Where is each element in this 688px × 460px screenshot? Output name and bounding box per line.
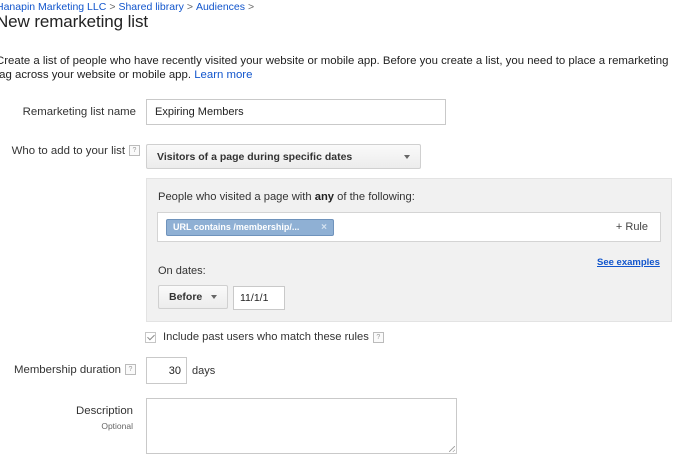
help-icon[interactable]: ? xyxy=(129,145,140,157)
help-icon[interactable]: ? xyxy=(125,364,136,376)
on-dates-label: On dates: xyxy=(158,265,206,277)
rules-heading-emphasis: any xyxy=(314,191,335,203)
who-to-add-label: Who to add to your list? xyxy=(4,145,140,157)
duration-unit-label: days xyxy=(192,365,216,377)
add-rule-button[interactable]: + Rule xyxy=(616,221,648,233)
breadcrumb-audiences-link[interactable]: Audiences xyxy=(196,1,245,13)
description-optional-label: Optional xyxy=(101,421,133,431)
rules-heading-prefix: People who visited a page with xyxy=(158,191,312,203)
close-icon[interactable]: × xyxy=(321,220,327,235)
learn-more-link[interactable]: Learn more xyxy=(194,69,252,81)
rule-chip[interactable]: URL contains /membership/... × xyxy=(166,219,334,236)
date-input[interactable]: 11/1/1 xyxy=(233,286,285,310)
rule-input-box[interactable]: URL contains /membership/... × + Rule xyxy=(157,212,661,242)
remarketing-list-page: Hanapin Marketing LLC > Shared library > Aud… xyxy=(0,0,688,460)
who-to-add-label-text: Who to add to your list xyxy=(11,145,125,157)
rule-chip-label: URL contains /membership/... xyxy=(173,222,300,232)
chevron-down-icon xyxy=(211,295,217,299)
see-examples-link[interactable]: See examples xyxy=(597,257,660,268)
help-icon[interactable]: ? xyxy=(372,331,384,343)
intro-text: Create a list of people who have recentl… xyxy=(0,54,676,82)
intro-description: Create a list of people who have recentl… xyxy=(0,55,669,81)
list-name-label: Remarketing list name xyxy=(22,106,136,118)
description-textarea[interactable] xyxy=(146,398,457,454)
include-past-users-label: Include past users who match these rules… xyxy=(163,331,384,343)
who-to-add-selected: Visitors of a page during specific dates xyxy=(157,150,353,163)
membership-duration-label: Membership duration? xyxy=(8,364,136,376)
date-operator-dropdown[interactable]: Before xyxy=(158,285,228,309)
breadcrumb-separator: > xyxy=(186,1,193,13)
membership-duration-input[interactable]: 30 xyxy=(146,357,187,384)
who-to-add-dropdown[interactable]: Visitors of a page during specific dates xyxy=(146,144,421,169)
membership-duration-label-text: Membership duration xyxy=(14,364,121,376)
include-past-users-text: Include past users who match these rules xyxy=(163,331,369,343)
rules-heading-suffix: of the following: xyxy=(337,191,415,203)
date-operator-selected: Before xyxy=(169,291,203,303)
rules-heading: People who visited a page with any of th… xyxy=(158,191,415,203)
breadcrumb-separator: > xyxy=(248,1,255,13)
chevron-down-icon xyxy=(404,154,410,159)
resize-grip-icon[interactable] xyxy=(449,446,455,452)
description-label: Description xyxy=(76,405,133,417)
list-name-input[interactable]: Expiring Members xyxy=(146,99,446,125)
rules-panel: People who visited a page with any of th… xyxy=(146,178,672,322)
include-past-users-checkbox[interactable] xyxy=(145,332,156,343)
page-title: New remarketing list xyxy=(0,12,148,31)
